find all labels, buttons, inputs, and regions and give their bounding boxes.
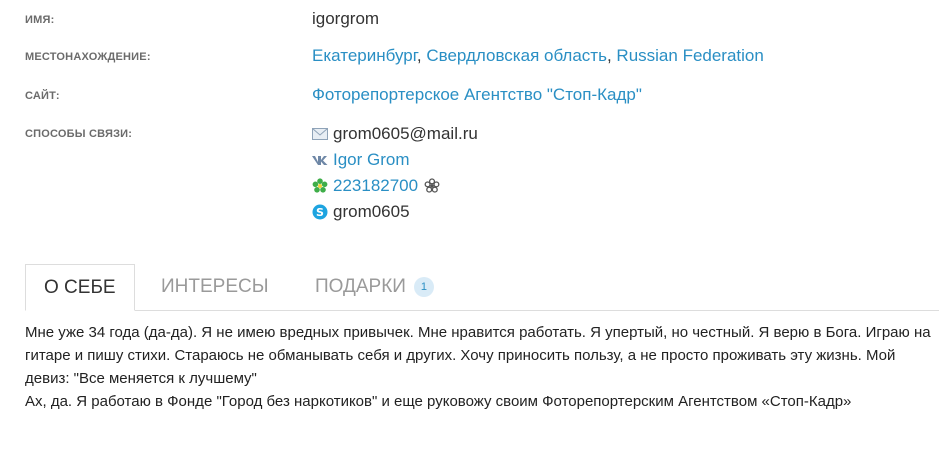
tab-interests-label: ИНТЕРЕСЫ xyxy=(161,276,269,297)
vk-icon xyxy=(312,152,328,168)
tab-interests[interactable]: ИНТЕРЕСЫ xyxy=(161,264,269,310)
skype-icon: S xyxy=(312,204,328,220)
location-separator: , xyxy=(416,46,422,65)
contact-email: grom0605@mail.ru xyxy=(333,124,478,143)
contact-icq-link[interactable]: 223182700 xyxy=(333,176,418,196)
location-city-link[interactable]: Екатеринбург xyxy=(312,46,417,65)
location-region-link[interactable]: Свердловская область xyxy=(426,46,607,65)
name-label: ИМЯ: xyxy=(25,14,55,26)
tab-about[interactable]: О СЕБЕ xyxy=(25,264,135,311)
contact-vk-row: Igor Grom xyxy=(312,147,478,173)
tab-about-label: О СЕБЕ xyxy=(44,276,116,298)
gifts-count-badge: 1 xyxy=(413,277,434,297)
profile-tabs: О СЕБЕ ИНТЕРЕСЫ ПОДАРКИ 1 xyxy=(25,264,939,311)
icq-flower-icon xyxy=(312,178,328,194)
tab-gifts-label: ПОДАРКИ xyxy=(315,276,406,297)
contact-skype-row: S grom0605 xyxy=(312,199,478,225)
contacts-label: СПОСОБЫ СВЯЗИ: xyxy=(25,128,133,140)
about-paragraph: Ах, да. Я работаю в Фонде "Город без нар… xyxy=(25,393,852,410)
tab-gifts[interactable]: ПОДАРКИ 1 xyxy=(315,264,434,310)
about-paragraph: Мне уже 34 года (да-да). Я не имею вредн… xyxy=(25,324,931,387)
location-separator: , xyxy=(606,46,612,65)
contact-vk-link[interactable]: Igor Grom xyxy=(333,150,410,170)
icq-status-icon xyxy=(424,178,440,194)
contact-email-row: grom0605@mail.ru xyxy=(312,121,478,147)
contact-skype: grom0605 xyxy=(333,202,410,221)
contacts-list: grom0605@mail.ru Igor Grom 223182700 S g… xyxy=(312,121,478,225)
profile-name: igorgrom xyxy=(312,9,380,28)
site-value: Фоторепортерское Агентство "Стоп-Кадр" xyxy=(312,85,642,105)
svg-text:S: S xyxy=(316,206,324,219)
contact-icq-row: 223182700 xyxy=(312,173,478,199)
location-country-link[interactable]: Russian Federation xyxy=(616,46,763,65)
site-link[interactable]: Фоторепортерское Агентство "Стоп-Кадр" xyxy=(312,85,642,104)
about-section: Мне уже 34 года (да-да). Я не имею вредн… xyxy=(25,321,939,413)
location-label: МЕСТОНАХОЖДЕНИЕ: xyxy=(25,51,151,63)
site-label: САЙТ: xyxy=(25,90,60,102)
location-value: Екатеринбург, Свердловская область, Russ… xyxy=(312,46,764,66)
mail-icon xyxy=(312,126,328,142)
